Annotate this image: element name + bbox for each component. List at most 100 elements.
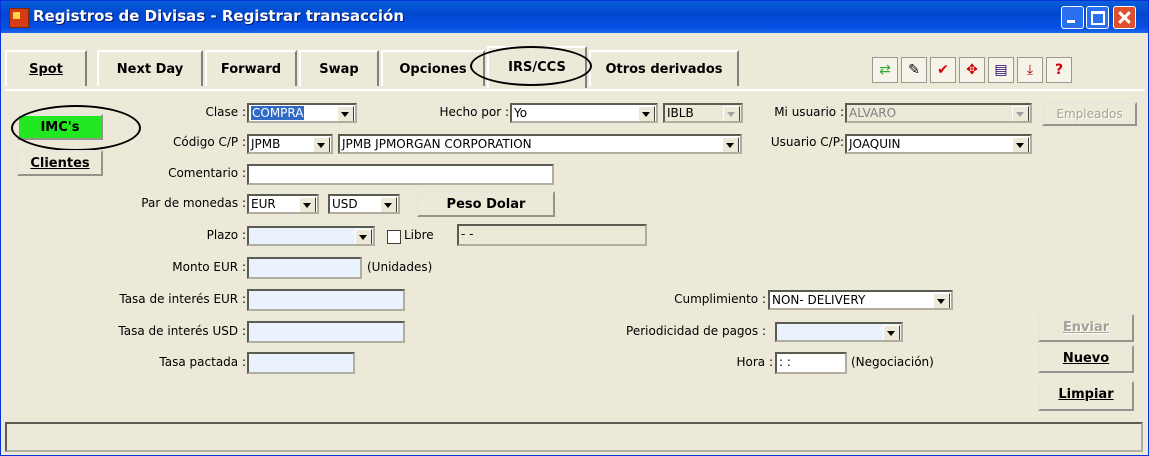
note-icon[interactable]: ✎ <box>901 57 927 83</box>
libre-checkbox[interactable] <box>387 230 401 244</box>
highlight-oval-irs <box>470 46 592 86</box>
moneda2-value: USD <box>332 197 358 211</box>
mi-usuario-value: ALVARO <box>849 106 897 120</box>
usuario-cp-select[interactable]: JOAQUIN <box>845 134 1032 154</box>
chevron-down-icon[interactable] <box>933 293 950 308</box>
clase-value: COMPRA <box>251 106 305 120</box>
title-bar[interactable]: Registros de Divisas - Registrar transac… <box>1 1 1148 33</box>
moneda1-value: EUR <box>251 197 276 211</box>
export-icon[interactable]: ⤓ <box>1017 57 1043 83</box>
monto-unit: (Unidades) <box>367 260 433 274</box>
tab-next-day[interactable]: Next Day <box>97 50 203 86</box>
tasa-eur-input[interactable] <box>247 289 405 311</box>
moneda2-select[interactable]: USD <box>328 194 400 214</box>
moneda1-select[interactable]: EUR <box>247 194 319 214</box>
clase-select[interactable]: COMPRA <box>247 103 357 123</box>
hecho-por-value: Yo <box>514 106 528 120</box>
chevron-down-icon[interactable] <box>1012 137 1029 152</box>
hora-label: Hora : <box>736 355 773 369</box>
hecho-por-code: IBLB <box>667 106 694 120</box>
maximize-button[interactable] <box>1086 6 1109 29</box>
app-icon <box>9 8 29 28</box>
tab-next-day-label: Next Day <box>116 62 184 77</box>
empleados-button-label: Empleados <box>1056 107 1123 121</box>
highlight-oval-imcs <box>11 105 141 151</box>
limpiar-button[interactable]: Limpiar <box>1038 381 1134 411</box>
peso-dolar-button[interactable]: Peso Dolar <box>417 191 555 217</box>
hora-note: (Negociación) <box>851 355 934 369</box>
tasa-usd-input[interactable] <box>247 321 405 343</box>
hecho-por-select[interactable]: Yo <box>510 103 658 123</box>
cumplimiento-value: NON- DELIVERY <box>772 293 866 307</box>
clase-label: Clase : <box>205 105 246 119</box>
codigo-cp-value: JPMB <box>251 137 281 151</box>
enviar-button-label: Enviar <box>1062 320 1110 335</box>
tab-forward-label: Forward <box>220 62 282 77</box>
codigo-cp-name: JPMB JPMORGAN CORPORATION <box>342 137 532 151</box>
plazo-label: Plazo : <box>206 228 246 242</box>
check-person-icon[interactable]: ✔ <box>930 57 956 83</box>
peso-dolar-button-label: Peso Dolar <box>446 197 526 212</box>
cumplimiento-select[interactable]: NON- DELIVERY <box>768 290 953 310</box>
comentario-input[interactable] <box>247 164 554 185</box>
libre-display: - - <box>457 224 647 246</box>
chevron-down-icon[interactable] <box>355 229 372 244</box>
codigo-cp-select[interactable]: JPMB <box>247 134 333 154</box>
clientes-button[interactable]: Clientes <box>17 150 103 176</box>
currency-swap-icon[interactable]: ⇄ <box>872 57 898 83</box>
plazo-select[interactable] <box>247 226 375 246</box>
tasa-pactada-label: Tasa pactada : <box>159 355 246 369</box>
tab-spot-label: Spot <box>29 62 63 77</box>
chevron-down-icon[interactable] <box>638 106 655 121</box>
tasa-pactada-input[interactable] <box>247 352 355 374</box>
minimize-button[interactable] <box>1061 6 1084 29</box>
hora-input[interactable]: : : <box>775 352 847 374</box>
codigo-cp-name-select[interactable]: JPMB JPMORGAN CORPORATION <box>338 134 742 154</box>
chevron-down-icon[interactable] <box>299 197 316 212</box>
cumplimiento-label: Cumplimiento : <box>674 292 766 306</box>
move-cross-icon[interactable]: ✥ <box>959 57 985 83</box>
chevron-down-icon[interactable] <box>337 106 354 121</box>
chevron-down-icon[interactable] <box>313 137 330 152</box>
chevron-down-icon <box>723 106 740 121</box>
main-window: Registros de Divisas - Registrar transac… <box>0 0 1149 456</box>
usuario-cp-label: Usuario C/P: <box>770 135 844 149</box>
tab-opciones-label: Opciones <box>399 62 467 77</box>
limpiar-button-label: Limpiar <box>1058 387 1114 402</box>
enviar-button[interactable]: Enviar <box>1038 314 1134 342</box>
tab-forward[interactable]: Forward <box>205 50 297 86</box>
periodicidad-select[interactable] <box>775 322 903 342</box>
tab-swap-label: Swap <box>319 62 359 77</box>
chevron-down-icon[interactable] <box>380 197 397 212</box>
usuario-cp-value: JOAQUIN <box>849 137 901 151</box>
mi-usuario-select: ALVARO <box>845 103 1032 123</box>
close-button[interactable] <box>1113 6 1136 29</box>
document-icon[interactable]: ▤ <box>988 57 1014 83</box>
nuevo-button-label: Nuevo <box>1062 351 1110 366</box>
nuevo-button[interactable]: Nuevo <box>1038 345 1134 373</box>
libre-label: Libre <box>404 228 434 242</box>
status-bar <box>5 422 1143 452</box>
tab-spot[interactable]: Spot <box>5 50 87 86</box>
empleados-button[interactable]: Empleados <box>1042 102 1137 126</box>
monto-label: Monto EUR : <box>172 260 246 274</box>
comentario-label: Comentario : <box>168 166 246 180</box>
tasa-usd-label: Tasa de interés USD : <box>118 324 246 338</box>
periodicidad-label: Periodicidad de pagos : <box>626 324 766 338</box>
window-title: Registros de Divisas - Registrar transac… <box>33 7 405 25</box>
chevron-down-icon[interactable] <box>883 325 900 340</box>
chevron-down-icon <box>1012 106 1029 121</box>
par-monedas-label: Par de monedas : <box>141 196 246 210</box>
tab-otros-derivados-label: Otros derivados <box>605 62 723 77</box>
hecho-por-label: Hecho por : <box>439 105 509 119</box>
help-icon[interactable]: ? <box>1046 57 1072 83</box>
tab-otros-derivados[interactable]: Otros derivados <box>589 50 739 86</box>
chevron-down-icon[interactable] <box>722 137 739 152</box>
codigo-cp-label: Código C/P : <box>173 135 246 149</box>
clientes-button-label: Clientes <box>30 156 90 171</box>
mi-usuario-label: Mi usuario : <box>774 105 844 119</box>
hecho-por-code-select: IBLB <box>663 103 743 123</box>
monto-input[interactable] <box>247 257 362 279</box>
tab-swap[interactable]: Swap <box>299 50 379 86</box>
tasa-eur-label: Tasa de interés EUR : <box>119 292 246 306</box>
